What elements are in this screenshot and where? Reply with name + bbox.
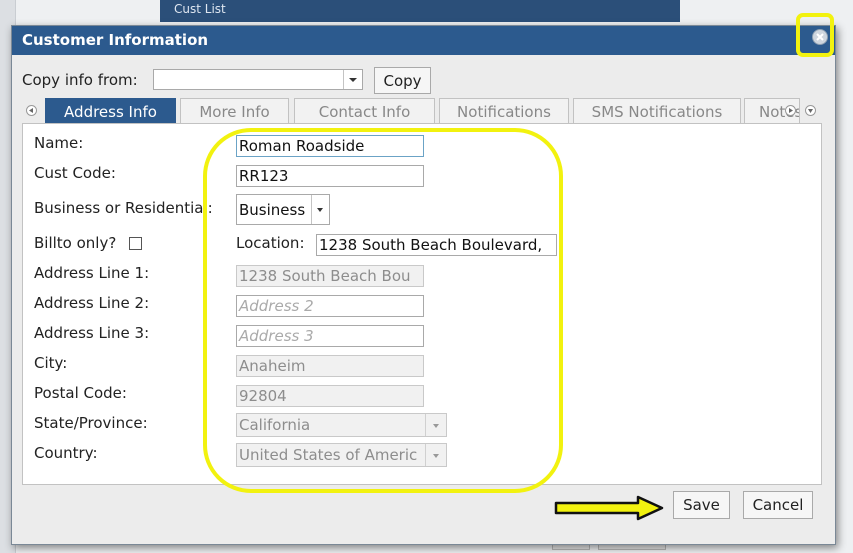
business-residential-select[interactable]: Business xyxy=(236,194,330,225)
address-info-panel: Name: Roman Roadside Cust Code: RR123 Bu… xyxy=(22,123,822,485)
tab-menu-icon[interactable] xyxy=(805,105,816,116)
state-province-select[interactable]: California xyxy=(236,413,447,437)
state-province-label: State/Province: xyxy=(34,414,148,432)
copy-button[interactable]: Copy xyxy=(374,67,431,94)
tab-bar: Address Info More Info Contact Info Noti… xyxy=(22,98,822,124)
tab-address-info[interactable]: Address Info xyxy=(45,98,176,124)
country-label: Country: xyxy=(34,444,98,462)
chevron-down-icon xyxy=(343,70,362,89)
address-line-2-label: Address Line 2: xyxy=(34,294,150,312)
address-line-3-field[interactable]: Address 3 xyxy=(236,325,424,347)
customer-information-dialog: Customer Information Copy info from: Cop… xyxy=(11,13,836,545)
location-field[interactable]: 1238 South Beach Boulevard, xyxy=(316,234,557,256)
country-value: United States of Americ xyxy=(239,446,418,464)
tab-contact-info[interactable]: Contact Info xyxy=(294,98,435,124)
chevron-down-icon xyxy=(425,444,446,466)
tab-notifications[interactable]: Notifications xyxy=(439,98,569,124)
copy-info-select[interactable] xyxy=(153,69,363,90)
country-select[interactable]: United States of Americ xyxy=(236,443,447,467)
background-header: Cust List xyxy=(160,0,680,22)
dialog-titlebar: Customer Information xyxy=(12,26,835,55)
dialog-title: Customer Information xyxy=(22,31,209,49)
business-residential-value: Business xyxy=(239,201,306,219)
save-button[interactable]: Save xyxy=(673,491,730,519)
location-label: Location: xyxy=(236,234,305,252)
billto-only-checkbox[interactable] xyxy=(129,237,142,250)
cust-code-label: Cust Code: xyxy=(34,164,116,182)
city-label: City: xyxy=(34,354,68,372)
chevron-down-icon xyxy=(311,195,329,224)
name-label: Name: xyxy=(34,134,84,152)
business-residential-label: Business or Residential: xyxy=(34,199,213,217)
state-province-value: California xyxy=(239,416,311,434)
address-line-3-label: Address Line 3: xyxy=(34,324,150,342)
background-title: Cust List xyxy=(174,2,226,16)
billto-only-label: Billto only? xyxy=(34,234,117,252)
postal-code-label: Postal Code: xyxy=(34,384,127,402)
tab-scroll-left-icon[interactable] xyxy=(26,105,37,116)
address-line-1-field[interactable]: 1238 South Beach Bou xyxy=(236,265,424,287)
chevron-down-icon xyxy=(425,414,446,436)
cancel-button[interactable]: Cancel xyxy=(743,491,813,519)
pointer-arrow-icon xyxy=(554,495,664,521)
name-field[interactable]: Roman Roadside xyxy=(236,135,424,157)
copy-info-label: Copy info from: xyxy=(22,71,138,89)
postal-code-field[interactable]: 92804 xyxy=(236,385,424,407)
address-line-2-field[interactable]: Address 2 xyxy=(236,295,424,317)
tab-scroll-right-icon[interactable] xyxy=(785,105,796,116)
city-field[interactable]: Anaheim xyxy=(236,355,424,377)
close-icon[interactable] xyxy=(812,29,828,45)
tab-more-info[interactable]: More Info xyxy=(180,98,289,124)
address-line-1-label: Address Line 1: xyxy=(34,264,150,282)
tab-sms-notifications[interactable]: SMS Notifications xyxy=(573,98,741,124)
cust-code-field[interactable]: RR123 xyxy=(236,165,424,187)
